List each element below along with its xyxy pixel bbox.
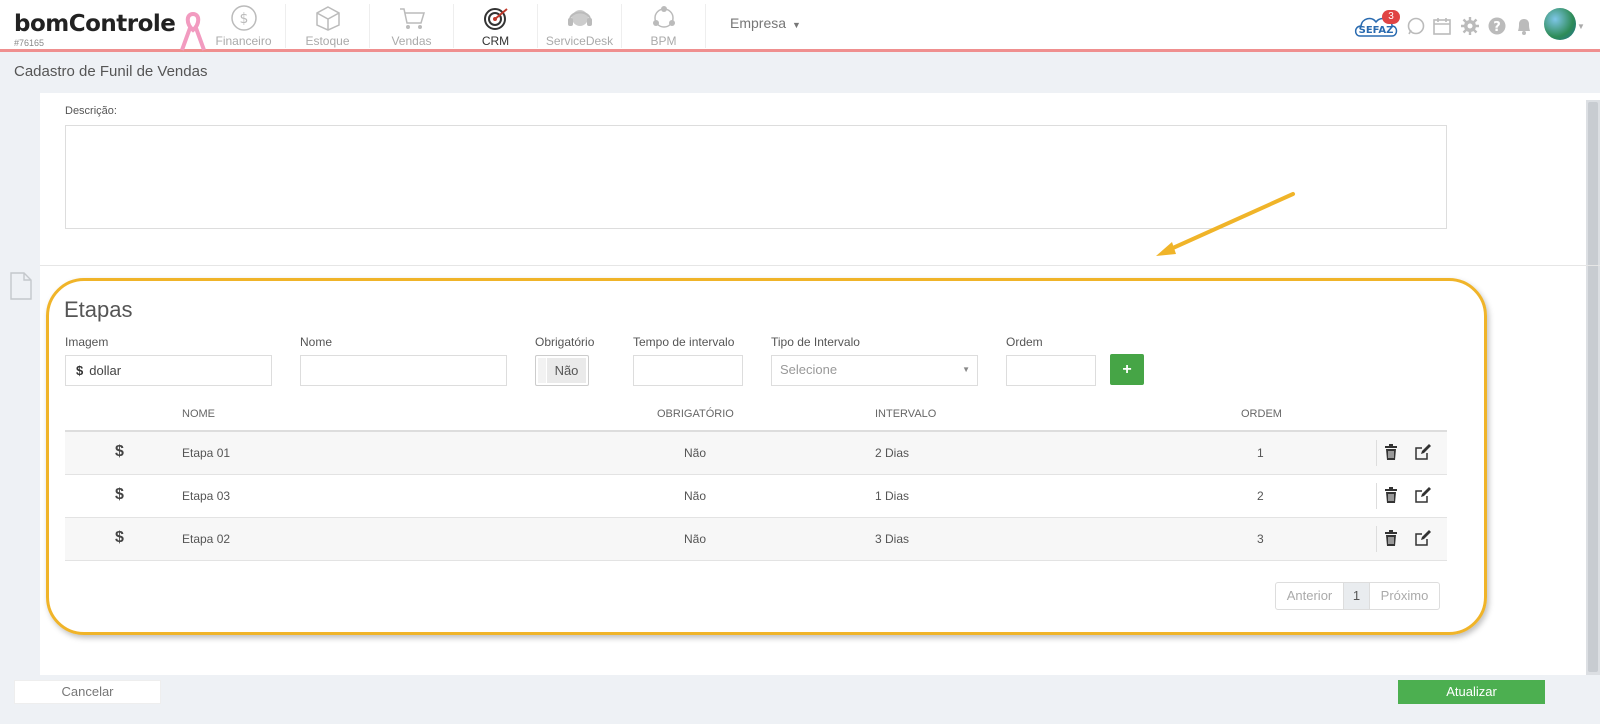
network-icon [652, 6, 675, 28]
headset-icon [567, 10, 592, 26]
ordem-input[interactable] [1006, 355, 1096, 386]
cart-icon [399, 8, 425, 29]
dollar-icon: $ [76, 363, 84, 378]
tempo-intervalo-label: Tempo de intervalo [633, 335, 735, 349]
nav-crm-label: CRM [481, 34, 510, 48]
col-header-intervalo: INTERVALO [875, 408, 937, 420]
pagination: Anterior 1 Próximo [1275, 582, 1440, 610]
page-title: Cadastro de Funil de Vendas [14, 63, 208, 80]
calendar-icon[interactable] [1432, 16, 1452, 36]
row-nome: Etapa 02 [182, 532, 231, 546]
arrow-annotation-icon [1156, 192, 1295, 256]
action-divider [1376, 483, 1377, 509]
row-intervalo: 3 Dias [875, 532, 910, 546]
col-header-obrigatorio: OBRIGATÓRIO [657, 408, 734, 420]
nav-vendas[interactable]: Vendas [370, 4, 454, 48]
row-intervalo: 2 Dias [875, 446, 910, 460]
row-obrigatorio: Não [684, 446, 707, 460]
edit-icon[interactable] [1415, 487, 1432, 503]
avatar-chevron-icon[interactable]: ▼ [1577, 22, 1585, 31]
tipo-intervalo-select[interactable]: Selecione ▼ [771, 355, 978, 386]
nome-input[interactable] [300, 355, 507, 386]
dollar-icon: $ [115, 529, 124, 546]
row-ordem: 2 [1257, 489, 1264, 503]
svg-text:?: ? [1493, 20, 1501, 35]
table-row[interactable]: $ Etapa 01 Não 2 Dias 1 [65, 432, 1447, 475]
document-icon [10, 272, 32, 300]
svg-text:$: $ [239, 11, 248, 27]
nav-financeiro-label: Financeiro [215, 34, 272, 48]
row-nome: Etapa 01 [182, 446, 231, 460]
app-logo[interactable]: bomControle [14, 11, 176, 37]
empresa-label: Empresa [730, 15, 787, 31]
nav-bpm-label: BPM [650, 34, 677, 48]
trash-icon[interactable] [1384, 530, 1398, 546]
help-icon[interactable]: ? [1487, 16, 1507, 36]
action-divider [1376, 440, 1377, 466]
toggle-knob [538, 358, 546, 383]
target-icon [483, 8, 508, 30]
descricao-label: Descrição: [65, 105, 117, 117]
nav-financeiro[interactable]: $ Financeiro [202, 4, 286, 48]
svg-text:SEFAZ: SEFAZ [1359, 25, 1394, 36]
row-obrigatorio: Não [684, 532, 707, 546]
col-header-ordem: ORDEM [1241, 408, 1282, 420]
row-ordem: 3 [1257, 532, 1264, 546]
imagem-input[interactable]: $ dollar [65, 355, 272, 386]
tipo-intervalo-placeholder: Selecione [780, 362, 838, 377]
row-obrigatorio: Não [684, 489, 707, 503]
nav-servicedesk[interactable]: ServiceDesk [538, 4, 622, 48]
pagination-prev[interactable]: Anterior [1276, 583, 1344, 609]
chevron-down-icon: ▼ [792, 20, 801, 30]
add-etapa-button[interactable]: + [1110, 354, 1144, 385]
nav-estoque[interactable]: Estoque [286, 4, 370, 48]
update-button[interactable]: Atualizar [1398, 680, 1545, 704]
user-avatar[interactable] [1544, 8, 1576, 40]
chevron-down-icon: ▼ [962, 365, 970, 374]
dollar-circle-icon: $ [230, 5, 257, 31]
bell-icon[interactable] [1514, 16, 1534, 36]
section-divider [40, 265, 1600, 266]
pagination-current[interactable]: 1 [1344, 583, 1370, 609]
box-icon [315, 6, 340, 31]
tipo-intervalo-label: Tipo de Intervalo [771, 335, 860, 349]
nav-crm[interactable]: CRM [454, 4, 538, 48]
etapas-title: Etapas [64, 297, 133, 322]
action-divider [1376, 526, 1377, 552]
cancel-button[interactable]: Cancelar [14, 680, 161, 704]
trash-icon[interactable] [1384, 487, 1398, 503]
obrigatorio-label: Obrigatório [535, 335, 595, 349]
col-header-nome: NOME [182, 408, 215, 420]
empresa-dropdown[interactable]: Empresa ▼ [730, 15, 801, 31]
nav-servicedesk-label: ServiceDesk [545, 34, 614, 48]
whatsapp-icon[interactable] [1406, 16, 1426, 36]
edit-icon[interactable] [1415, 444, 1432, 460]
nav-estoque-label: Estoque [305, 34, 350, 48]
dollar-icon: $ [115, 486, 124, 503]
top-navbar: bomControle #76165 $ Financeiro Estoque … [0, 0, 1600, 52]
tempo-intervalo-input[interactable] [633, 355, 743, 386]
ordem-label: Ordem [1006, 335, 1043, 349]
imagem-label: Imagem [65, 335, 109, 349]
account-id: #76165 [14, 38, 45, 48]
obrigatorio-toggle[interactable]: Não [535, 355, 589, 386]
nome-label: Nome [300, 335, 333, 349]
edit-icon[interactable] [1415, 530, 1432, 546]
pagination-next[interactable]: Próximo [1370, 583, 1439, 609]
table-row[interactable]: $ Etapa 03 Não 1 Dias 2 [65, 475, 1447, 518]
row-nome: Etapa 03 [182, 489, 231, 503]
table-row[interactable]: $ Etapa 02 Não 3 Dias 3 [65, 518, 1447, 561]
obrigatorio-toggle-value: Não [547, 358, 586, 383]
imagem-value: dollar [89, 363, 122, 378]
dollar-icon: $ [115, 443, 124, 460]
gear-icon[interactable] [1460, 16, 1480, 36]
nav-vendas-label: Vendas [391, 34, 432, 48]
nav-bpm[interactable]: BPM [622, 4, 706, 48]
row-ordem: 1 [1257, 446, 1264, 460]
scrollbar-thumb[interactable] [1588, 102, 1598, 672]
trash-icon[interactable] [1384, 444, 1398, 460]
sefaz-badge: 3 [1382, 10, 1400, 24]
row-intervalo: 1 Dias [875, 489, 910, 503]
